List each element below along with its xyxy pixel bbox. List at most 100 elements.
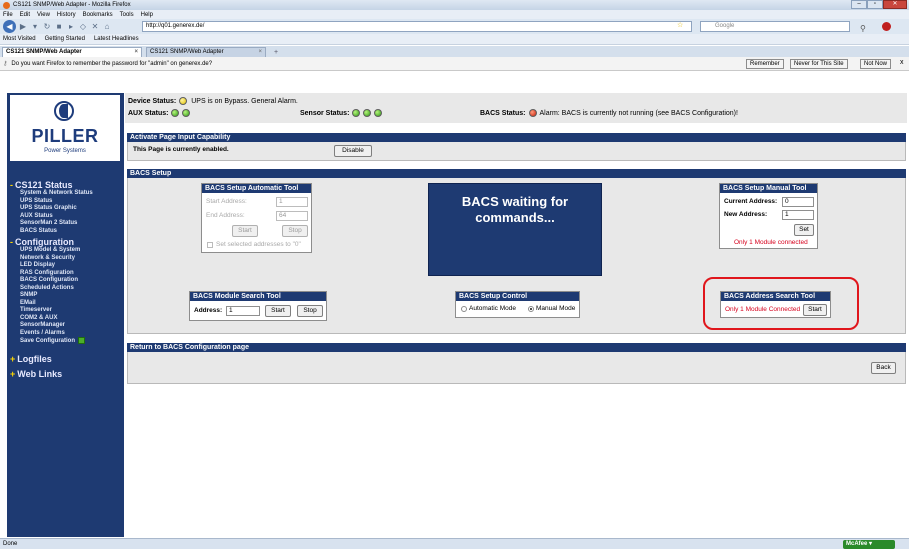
menu-file[interactable]: File — [3, 12, 13, 18]
automatic-mode-radio[interactable] — [461, 306, 467, 312]
bookmark-page-icon[interactable]: ■ — [54, 22, 64, 32]
bacs-module-search-panel: BACS Module Search Tool Address: 1 Start… — [189, 291, 327, 321]
bookmark-latest-headlines[interactable]: Latest Headlines — [94, 36, 139, 42]
manual-mode-radio[interactable] — [528, 306, 534, 312]
reload-icon[interactable]: ↻ — [42, 22, 52, 32]
window-titlebar: CS121 SNMP/Web Adapter - Mozilla Firefox… — [0, 0, 909, 10]
device-status-label: Device Status: — [128, 97, 177, 105]
not-now-button[interactable]: Not Now — [860, 59, 892, 69]
nav-heading-web-links[interactable]: + Web Links — [10, 369, 122, 379]
logo-name: PILLER — [31, 126, 99, 146]
nav-item-bacs-configuration[interactable]: BACS Configuration — [10, 277, 122, 285]
maximize-button[interactable]: ▫ — [867, 0, 883, 9]
back-icon[interactable]: ◀ — [3, 20, 16, 33]
nav-item-sensorman-status[interactable]: SensorMan 2 Status — [10, 220, 122, 228]
start-address-input[interactable]: 1 — [276, 197, 308, 207]
tab-active[interactable]: CS121 SNMP/Web Adapter × — [2, 47, 142, 57]
menu-history[interactable]: History — [57, 12, 76, 18]
star-icon[interactable]: ☆ — [677, 22, 685, 30]
nav-item-ups-model[interactable]: UPS Model & System — [10, 247, 122, 255]
navigation-toolbar: ◀ ▶ ▾ ↻ ■ ▸ ◇ ✕ ⌂ http://q01.generex.de/… — [0, 19, 909, 34]
module-search-start-button[interactable]: Start — [265, 305, 291, 317]
bookmark-most-visited[interactable]: Most Visited — [3, 36, 36, 42]
search-bar[interactable]: Google — [700, 21, 850, 32]
mcafee-badge[interactable]: McAfee ▾ — [843, 540, 895, 549]
nav-item-aux-status[interactable]: AUX Status — [10, 213, 122, 221]
menu-bookmarks[interactable]: Bookmarks — [83, 12, 113, 18]
current-address-label: Current Address: — [724, 198, 778, 205]
tab-bar: CS121 SNMP/Web Adapter × CS121 SNMP/Web … — [0, 46, 909, 57]
tab-close-icon[interactable]: × — [258, 48, 262, 57]
nav-right-icons: ⚲ — [860, 22, 892, 33]
nav-item-save-configuration[interactable]: Save Configuration — [10, 337, 122, 346]
sensor-status-indicator-3 — [374, 109, 383, 117]
module-search-stop-button[interactable]: Stop — [297, 305, 323, 317]
bacs-status-alarm-indicator — [528, 109, 537, 117]
remember-button[interactable]: Remember — [746, 59, 784, 69]
module-address-input[interactable]: 1 — [226, 306, 260, 316]
auto-start-button[interactable]: Start — [232, 225, 258, 237]
new-tab-icon[interactable]: + — [270, 48, 282, 57]
menu-tools[interactable]: Tools — [120, 12, 134, 18]
zero-addresses-checkbox[interactable] — [207, 242, 213, 248]
nav-item-snmp[interactable]: SNMP — [10, 292, 122, 300]
close-bar-icon[interactable]: x — [900, 59, 904, 66]
menu-view[interactable]: View — [37, 12, 50, 18]
nav-heading-logfiles[interactable]: + Logfiles — [10, 354, 122, 364]
sensor-status-indicator-1 — [352, 109, 361, 117]
new-address-input[interactable]: 1 — [782, 210, 814, 220]
nav-item-system-network-status[interactable]: System & Network Status — [10, 190, 122, 198]
nav-item-bacs-status[interactable]: BACS Status — [10, 228, 122, 236]
forward-arrow-icon[interactable]: ▸ — [66, 22, 76, 32]
start-address-label: Start Address: — [206, 198, 247, 205]
bookmark-getting-started[interactable]: Getting Started — [45, 36, 85, 42]
nav-item-com2-aux[interactable]: COM2 & AUX — [10, 315, 122, 323]
page-input-section: This Page is currently enabled. Disable — [127, 142, 906, 161]
save-icon[interactable] — [78, 337, 86, 344]
close-window-button[interactable]: ✕ — [883, 0, 907, 9]
nav-heading-configuration[interactable]: - Configuration — [10, 237, 122, 247]
nav-heading-cs121-status[interactable]: - CS121 Status — [10, 180, 122, 190]
nav-item-scheduled-actions[interactable]: Scheduled Actions — [10, 285, 122, 293]
menu-help[interactable]: Help — [141, 12, 153, 18]
nav-item-sensormanager[interactable]: SensorManager — [10, 322, 122, 330]
manual-connected-message: Only 1 Module connected — [734, 239, 808, 246]
minimize-button[interactable]: – — [851, 0, 867, 9]
nav-item-events-alarms[interactable]: Events / Alarms — [10, 330, 122, 338]
nav-item-ups-status-graphic[interactable]: UPS Status Graphic — [10, 205, 122, 213]
password-message: Do you want Firefox to remember the pass… — [11, 60, 213, 67]
side-navigation: - CS121 Status System & Network Status UP… — [10, 178, 122, 379]
tab-inactive[interactable]: CS121 SNMP/Web Adapter × — [146, 47, 266, 57]
red-highlight-annotation — [703, 277, 859, 330]
search-icon[interactable]: ⚲ — [860, 24, 866, 33]
search-placeholder: Google — [715, 23, 735, 29]
url-bar[interactable]: http://q01.generex.de/ — [142, 21, 692, 32]
nav-item-timeserver[interactable]: Timeserver — [10, 307, 122, 315]
adblock-icon[interactable] — [882, 22, 892, 31]
nav-item-network-security[interactable]: Network & Security — [10, 255, 122, 263]
disable-button[interactable]: Disable — [334, 145, 372, 157]
sensor-status-label: Sensor Status: — [300, 109, 350, 117]
dropdown-icon[interactable]: ▾ — [30, 22, 40, 32]
forward-icon[interactable]: ▶ — [18, 22, 28, 32]
end-address-input[interactable]: 64 — [276, 211, 308, 221]
home-icon[interactable]: ⌂ — [102, 22, 112, 32]
sensor-status-indicator-2 — [363, 109, 372, 117]
tab-label: CS121 SNMP/Web Adapter — [6, 49, 82, 55]
stop-icon[interactable]: ✕ — [90, 22, 100, 32]
nav-item-ras-configuration[interactable]: RAS Configuration — [10, 270, 122, 278]
menu-edit[interactable]: Edit — [20, 12, 30, 18]
set-address-button[interactable]: Set — [794, 224, 814, 236]
url-text: http://q01.generex.de/ — [146, 23, 205, 29]
never-for-site-button[interactable]: Never for This Site — [790, 59, 848, 69]
nav-item-email[interactable]: EMail — [10, 300, 122, 308]
tab-close-icon[interactable]: × — [134, 48, 138, 57]
password-notification-bar: ⚷ Do you want Firefox to remember the pa… — [0, 57, 909, 71]
nav-item-led-display[interactable]: LED Display — [10, 262, 122, 270]
auto-stop-button[interactable]: Stop — [282, 225, 308, 237]
return-section-heading: Return to BACS Configuration page — [127, 343, 906, 352]
nav-item-ups-status[interactable]: UPS Status — [10, 198, 122, 206]
aux-status-indicator-1 — [171, 109, 180, 117]
current-address-input[interactable]: 0 — [782, 197, 814, 207]
back-button[interactable]: Back — [871, 362, 896, 374]
